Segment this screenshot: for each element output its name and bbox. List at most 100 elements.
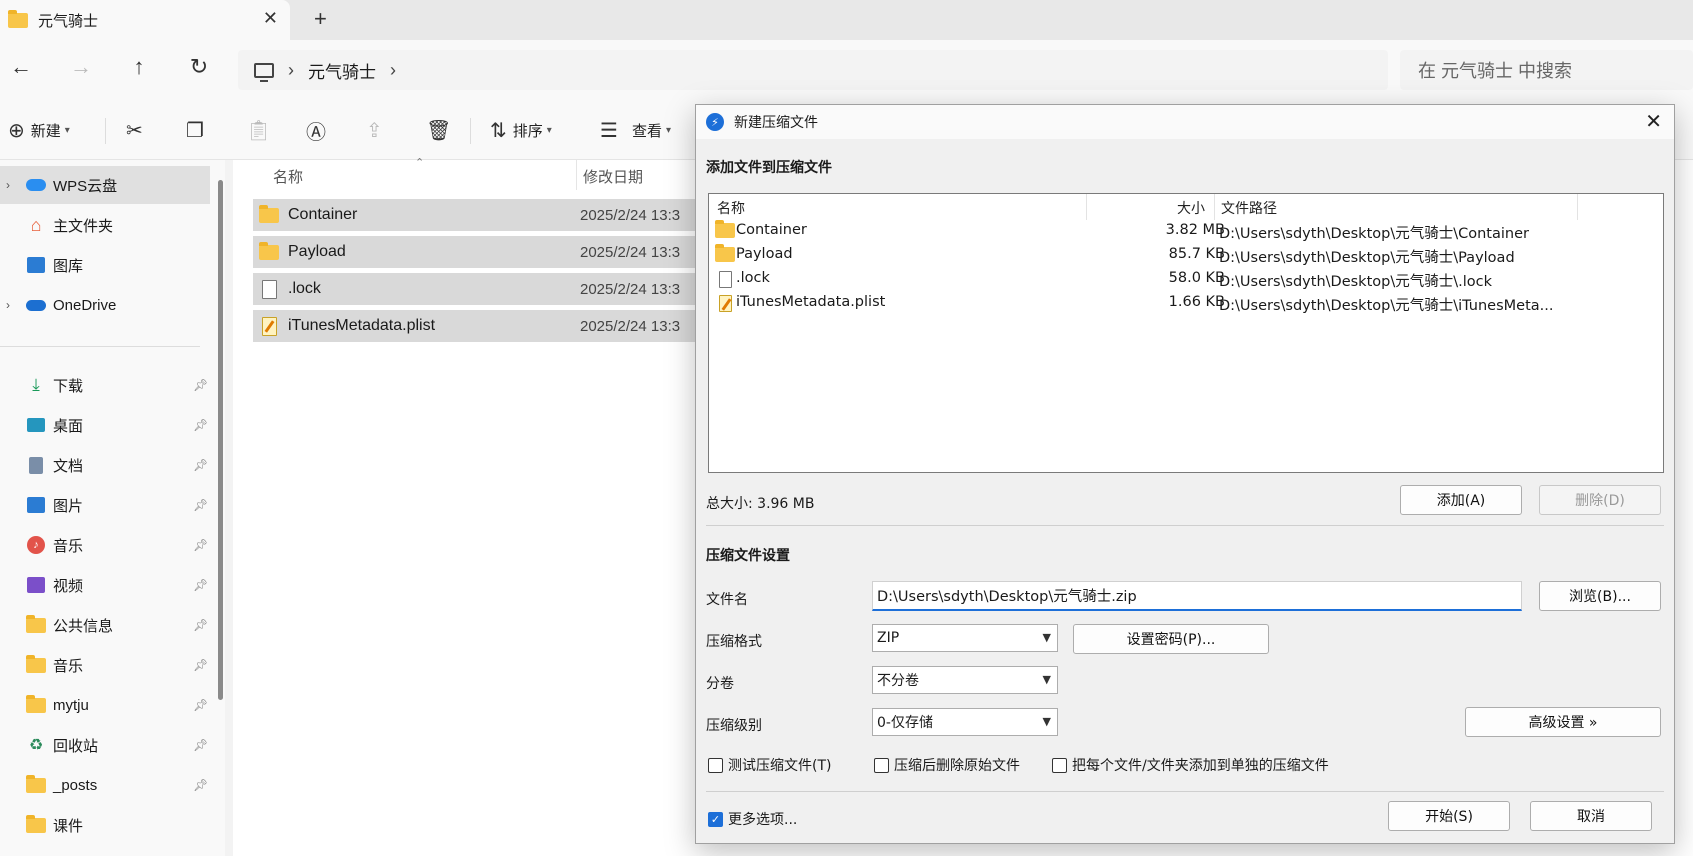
cancel-button[interactable]: 取消 [1530,801,1652,831]
view-button-label: 查看 [631,122,662,140]
checkbox-box[interactable] [1052,757,1067,773]
sidebar-item-label: 桌面 [53,417,84,435]
folder-icon [259,204,279,223]
volume-select[interactable]: 不分卷 ▼ [872,666,1058,694]
chevron-down-icon: ▾ [64,124,70,136]
back-icon[interactable]: ← [6,54,36,80]
refresh-icon[interactable]: ↻ [184,54,214,80]
tab-close-icon[interactable]: ✕ [263,8,278,29]
sidebar-item-music-folder[interactable]: 音乐 📌︎ [0,646,210,684]
sidebar-item-gallery[interactable]: 图库 [0,246,210,284]
file-row[interactable]: Payload 2025/2/24 13:3 [253,236,753,268]
column-divider[interactable] [576,160,577,190]
sidebar-item-onedrive[interactable]: › OneDrive [0,286,210,324]
browse-button[interactable]: 浏览(B)... [1539,581,1661,611]
column-header-modified[interactable]: 修改日期 [583,166,643,187]
filename-input[interactable]: D:\Users\sdyth\Desktop\元气骑士.zip [872,581,1522,611]
new-button[interactable]: ⊕ 新建 ▾ [8,114,70,146]
folder-icon [26,654,46,675]
file-row[interactable]: .lock 2025/2/24 13:3 [253,273,753,305]
search-input[interactable]: 在 元气骑士 中搜索 [1400,50,1693,90]
start-button[interactable]: 开始(S) [1388,801,1510,831]
chevron-down-icon: ▼ [1042,673,1051,686]
pin-icon: 📌︎ [193,618,209,632]
column-divider[interactable] [1086,194,1087,220]
sidebar-item-home[interactable]: ⌂ 主文件夹 [0,206,210,244]
sidebar-item-videos[interactable]: 视频 📌︎ [0,566,210,604]
copy-button[interactable]: ❐ [186,114,204,146]
add-button[interactable]: 添加(A) [1400,485,1522,515]
tab-title: 元气骑士 [38,12,99,30]
file-row[interactable]: iTunesMetadata.plist 2025/2/24 13:3 [253,310,753,342]
pin-icon: 📌︎ [193,698,209,712]
delete-button[interactable]: 🗑︎ [426,114,451,146]
forward-icon[interactable]: → [66,54,96,80]
column-header-path[interactable]: 文件路径 [1221,198,1277,218]
share-button[interactable]: ⇪ [366,114,383,146]
rename-button[interactable]: Ⓐ [306,114,326,146]
chevron-down-icon: ▾ [665,124,671,136]
set-password-button[interactable]: 设置密码(P)... [1073,624,1269,654]
sort-ascending-icon: ⌃ [415,157,425,169]
sidebar-item-courseware[interactable]: 课件 [0,806,210,844]
list-item[interactable]: .lock 58.0 KB D:\Users\sdyth\Desktop\元气骑… [709,268,1663,292]
pin-icon: 📌︎ [193,738,209,752]
sidebar-item-public-info[interactable]: 公共信息 📌︎ [0,606,210,644]
dialog-title-bar[interactable]: ⚡ 新建压缩文件 ✕ [696,105,1674,139]
video-icon [26,575,46,595]
sort-button[interactable]: ⇅ 排序 ▾ [490,114,552,146]
sidebar-item-posts[interactable]: _posts 📌︎ [0,766,210,804]
copy-icon: ❐ [186,119,204,142]
column-divider[interactable] [1577,194,1578,220]
checkbox-box[interactable] [874,757,889,773]
format-select[interactable]: ZIP ▼ [872,624,1058,652]
file-date: 2025/2/24 13:3 [580,317,681,335]
separate-archives-checkbox[interactable]: 把每个文件/文件夹添加到单独的压缩文件 [1052,755,1329,775]
sidebar-scrollbar[interactable] [218,180,223,700]
sidebar-item-desktop[interactable]: 桌面 📌︎ [0,406,210,444]
archiver-app-icon: ⚡ [706,113,724,131]
chevron-right-icon[interactable]: › [288,60,294,81]
sidebar-item-pictures[interactable]: 图片 📌︎ [0,486,210,524]
list-item[interactable]: iTunesMetadata.plist 1.66 KB D:\Users\sd… [709,292,1663,316]
tab-current[interactable]: 元气骑士 ✕ [0,0,290,40]
sidebar-item-music[interactable]: ♪ 音乐 📌︎ [0,526,210,564]
checkbox-box[interactable] [708,757,723,773]
view-button[interactable]: ☰ 查看 ▾ [600,114,671,146]
paste-button[interactable]: 📋︎ [246,114,271,146]
sidebar-item-documents[interactable]: 文档 📌︎ [0,446,210,484]
column-header-size[interactable]: 大小 [1177,198,1205,218]
column-header-name[interactable]: 名称 [273,166,303,187]
list-item[interactable]: Payload 85.7 KB D:\Users\sdyth\Desktop\元… [709,244,1663,268]
advanced-settings-button[interactable]: 高级设置 » [1465,707,1661,737]
level-select[interactable]: 0-仅存储 ▼ [872,708,1058,736]
checkmark-icon[interactable]: ✓ [708,811,723,827]
sidebar-item-downloads[interactable]: ⤓ 下载 📌︎ [0,366,210,404]
close-icon[interactable]: ✕ [1645,109,1662,133]
cut-button[interactable]: ✂ [126,114,143,146]
new-archive-dialog: ⚡ 新建压缩文件 ✕ 添加文件到压缩文件 名称 大小 文件路径 Containe… [695,104,1675,844]
file-row[interactable]: Container 2025/2/24 13:3 [253,199,753,231]
list-item[interactable]: Container 3.82 MB D:\Users\sdyth\Desktop… [709,220,1663,244]
delete-after-checkbox[interactable]: 压缩后删除原始文件 [874,755,1020,775]
file-name: Payload [288,243,346,260]
delete-button[interactable]: 删除(D) [1539,485,1661,515]
chevron-right-icon[interactable]: › [390,60,396,81]
up-icon[interactable]: ↑ [124,54,154,80]
new-tab-icon[interactable]: + [314,6,327,32]
breadcrumb-item[interactable]: 元气骑士 [308,58,376,83]
sidebar-item-recycle-bin[interactable]: ♻ 回收站 📌︎ [0,726,210,764]
chevron-right-icon[interactable]: › [6,298,10,312]
sidebar-item-label: _posts [53,776,98,794]
chevron-right-icon[interactable]: › [6,178,10,192]
pin-icon: 📌︎ [193,378,209,392]
more-options-checkbox[interactable]: ✓ 更多选项... [708,809,797,829]
list-item-name: Container [736,222,807,238]
sidebar-item-wps-cloud[interactable]: › WPS云盘 [0,166,210,204]
column-divider[interactable] [1214,194,1215,220]
test-archive-checkbox[interactable]: 测试压缩文件(T) [708,755,831,775]
column-header-name[interactable]: 名称 [717,198,745,218]
sidebar-item-mytju[interactable]: mytju 📌︎ [0,686,210,724]
address-bar[interactable]: › 元气骑士 › [238,50,1388,90]
recycle-bin-icon: ♻ [28,737,44,754]
